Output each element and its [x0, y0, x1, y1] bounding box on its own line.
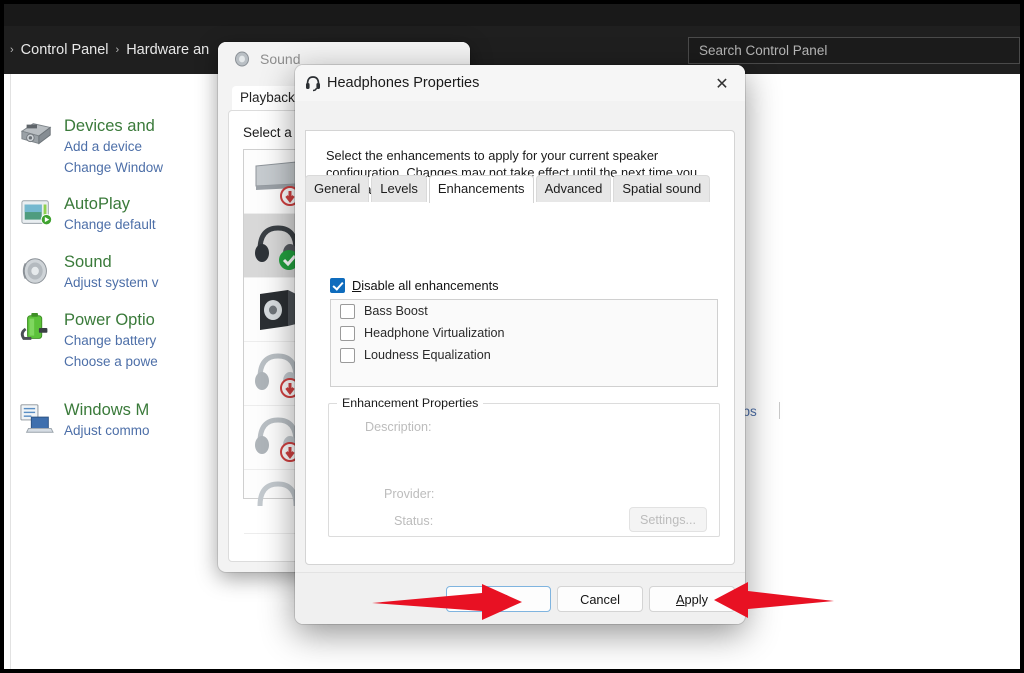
- status-label: Status:: [394, 514, 434, 528]
- enhancement-item-headphone-virtualization[interactable]: Headphone Virtualization: [331, 322, 717, 344]
- button-label-rest: pply: [684, 591, 709, 607]
- breadcrumb-item-hardware[interactable]: Hardware an: [126, 42, 209, 58]
- disable-all-enhancements-checkbox[interactable]: Disable all enhancements: [330, 278, 499, 293]
- tab-spatial-sound[interactable]: Spatial sound: [613, 175, 711, 202]
- tab-enhancements[interactable]: Enhancements: [428, 175, 534, 203]
- breadcrumb-item-control-panel[interactable]: Control Panel: [21, 42, 109, 58]
- headphones-properties-dialog: Headphones Properties ✕ General Levels E…: [295, 65, 745, 624]
- ok-button[interactable]: OK: [446, 586, 551, 612]
- cp-item-link[interactable]: Change Window: [64, 157, 163, 178]
- divider: [779, 402, 780, 419]
- cp-item-heading[interactable]: Windows M: [64, 400, 150, 420]
- description-label: Description:: [365, 420, 432, 434]
- window-titlebar: [4, 4, 1020, 26]
- cancel-button[interactable]: Cancel: [557, 586, 643, 612]
- cp-item-heading[interactable]: Power Optio: [64, 310, 158, 330]
- label-rest: isable all enhancements: [361, 278, 499, 293]
- enhancement-label: Headphone Virtualization: [364, 326, 505, 340]
- checkbox-indicator[interactable]: [340, 303, 355, 319]
- cp-item-link[interactable]: Change battery: [64, 330, 158, 351]
- tab-playback[interactable]: Playback: [232, 86, 303, 110]
- windows-mobility-center-icon: [20, 404, 54, 433]
- enhancement-properties-group: Enhancement Properties Description: Prov…: [328, 396, 720, 537]
- accesskey-letter: D: [352, 278, 362, 293]
- enhancement-item-loudness-equalization[interactable]: Loudness Equalization: [331, 344, 717, 366]
- group-legend: Enhancement Properties: [337, 396, 484, 410]
- enhancement-item-bass-boost[interactable]: Bass Boost: [331, 300, 717, 322]
- apply-button[interactable]: Apply: [649, 586, 735, 612]
- autoplay-icon: [21, 200, 53, 226]
- dialog-titlebar: Headphones Properties ✕: [295, 65, 745, 101]
- cp-item-link[interactable]: Adjust commo: [64, 420, 150, 441]
- cp-item-heading[interactable]: Devices and: [64, 116, 163, 136]
- devices-and-printers-icon: [20, 123, 52, 145]
- headset-icon: [306, 76, 320, 92]
- cp-item-sound[interactable]: Sound Adjust system v: [22, 252, 159, 293]
- checkbox-indicator[interactable]: [330, 278, 345, 293]
- disable-all-enhancements-label: Disable all enhancements: [352, 278, 499, 293]
- dialog-footer: OK Cancel Apply: [295, 572, 745, 624]
- power-battery-icon: [20, 312, 48, 340]
- chevron-right-icon: ›: [10, 44, 14, 56]
- divider: [10, 74, 11, 669]
- checkbox-indicator[interactable]: [340, 347, 355, 363]
- sound-speaker-icon: [22, 258, 47, 284]
- dialog-title: Headphones Properties: [327, 75, 480, 91]
- cp-item-devices-and-printers[interactable]: Devices and Add a device Change Window: [20, 116, 163, 178]
- enhancement-label: Loudness Equalization: [364, 348, 491, 362]
- provider-label: Provider:: [384, 487, 435, 501]
- cp-item-link[interactable]: Change default: [64, 214, 156, 235]
- search-input[interactable]: Search Control Panel: [688, 37, 1020, 64]
- enhancement-label: Bass Boost: [364, 304, 428, 318]
- tab-general[interactable]: General: [305, 175, 370, 202]
- cp-item-heading[interactable]: Sound: [64, 252, 159, 272]
- cp-item-autoplay[interactable]: AutoPlay Change default: [21, 194, 156, 235]
- search-placeholder: Search Control Panel: [699, 43, 828, 58]
- cp-item-link[interactable]: Adjust system v: [64, 272, 159, 293]
- cp-item-power-options[interactable]: Power Optio Change battery Choose a powe: [20, 310, 158, 372]
- tab-advanced[interactable]: Advanced: [535, 175, 612, 202]
- cp-item-link[interactable]: Add a device: [64, 136, 163, 157]
- cp-item-link[interactable]: Choose a powe: [64, 351, 158, 372]
- dialog-tabs[interactable]: General Levels Enhancements Advanced Spa…: [305, 175, 711, 203]
- cp-item-windows-mobility-center[interactable]: Windows M Adjust commo: [20, 400, 150, 441]
- accesskey-letter: A: [675, 591, 685, 607]
- settings-button[interactable]: Settings...: [629, 507, 707, 532]
- sound-speaker-icon: [235, 51, 249, 67]
- breadcrumb[interactable]: › Control Panel › Hardware an: [10, 42, 209, 58]
- enhancements-list[interactable]: Bass Boost Headphone Virtualization Loud…: [330, 299, 718, 387]
- close-icon[interactable]: ✕: [705, 71, 739, 97]
- cp-item-heading[interactable]: AutoPlay: [64, 194, 156, 214]
- checkbox-indicator[interactable]: [340, 325, 355, 341]
- tab-levels[interactable]: Levels: [371, 175, 427, 202]
- chevron-right-icon: ›: [115, 44, 120, 56]
